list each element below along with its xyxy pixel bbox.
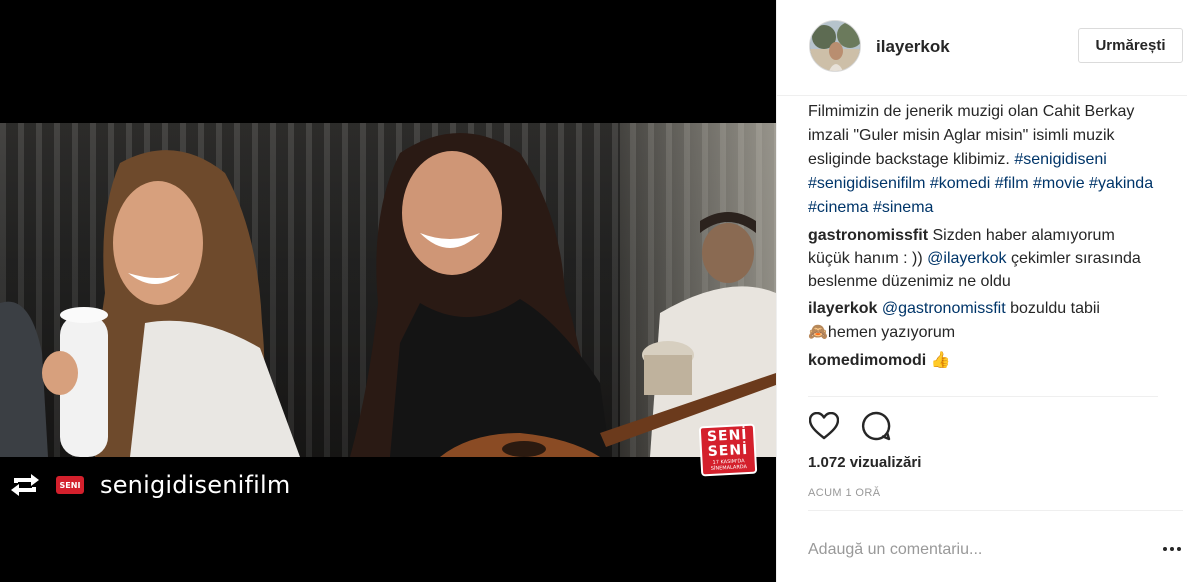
post-actions xyxy=(808,408,912,444)
comment-username[interactable]: gastronomissfit xyxy=(808,227,928,244)
comment-mention[interactable]: @ilayerkok xyxy=(927,250,1006,267)
comment-input[interactable] xyxy=(808,539,1138,561)
post-header: ilayerkok Urmărești xyxy=(777,0,1187,96)
comment-username[interactable]: komedimomodi xyxy=(808,352,926,369)
post-username[interactable]: ilayerkok xyxy=(876,37,950,57)
comment-item: gastronomissfit Sizden haber alamıyorum … xyxy=(808,224,1158,293)
video-scene xyxy=(0,133,776,457)
video-player[interactable] xyxy=(0,123,776,457)
comment-text: hemen yazıyorum xyxy=(827,324,956,341)
hashtag[interactable]: #movie xyxy=(1033,175,1085,192)
comment-text: bozuldu tabii xyxy=(1005,300,1100,317)
hashtag[interactable]: #yakinda xyxy=(1089,175,1153,192)
more-options-icon[interactable] xyxy=(1162,541,1182,557)
heart-icon[interactable] xyxy=(808,410,840,442)
repost-username: senigidisenifilm xyxy=(100,471,291,499)
post-caption: Filmimizin de jenerik muzigi olan Cahit … xyxy=(808,100,1158,220)
comments-list: Filmimizin de jenerik muzigi olan Cahit … xyxy=(808,97,1158,397)
thumbs-up-icon: 👍 xyxy=(930,350,951,369)
hashtag[interactable]: #sinema xyxy=(873,199,933,216)
hashtag[interactable]: #cinema xyxy=(808,199,868,216)
post-timestamp[interactable]: ACUM 1 ORĂ xyxy=(808,487,880,499)
hashtag[interactable]: #film xyxy=(995,175,1029,192)
media-area[interactable]: SENİ SENİ 17 KASIM'DA SİNEMALARDA SENI s… xyxy=(0,0,776,582)
comment-item: ilayerkok @gastronomissfit bozuldu tabii… xyxy=(808,297,1158,344)
view-count[interactable]: 1.072 vizualizări xyxy=(808,454,921,471)
repost-source-logo: SENI xyxy=(56,476,84,494)
hashtag[interactable]: #senigidiseni xyxy=(1014,151,1107,168)
film-logo-sticker: SENİ SENİ 17 KASIM'DA SİNEMALARDA xyxy=(698,423,758,477)
repost-icon xyxy=(6,470,44,500)
comment-form xyxy=(808,510,1183,582)
comment-mention[interactable]: @gastronomissfit xyxy=(882,300,1006,317)
following-button[interactable]: Urmărești xyxy=(1078,28,1183,63)
repost-bar: SENI senigidisenifilm xyxy=(0,462,400,508)
post-sidebar: ilayerkok Urmărești Filmimizin de jeneri… xyxy=(776,0,1187,582)
sticker-cinemas: SİNEMALARDA xyxy=(710,464,748,472)
comment-username[interactable]: ilayerkok xyxy=(808,300,877,317)
hashtag[interactable]: #senigidisenifilm xyxy=(808,175,925,192)
comment-icon[interactable] xyxy=(860,410,892,442)
avatar[interactable] xyxy=(809,20,861,72)
hashtag[interactable]: #komedi xyxy=(930,175,990,192)
see-no-evil-monkey-icon: 🙈 xyxy=(808,322,828,341)
comment-item: komedimomodi 👍 xyxy=(808,348,1158,372)
